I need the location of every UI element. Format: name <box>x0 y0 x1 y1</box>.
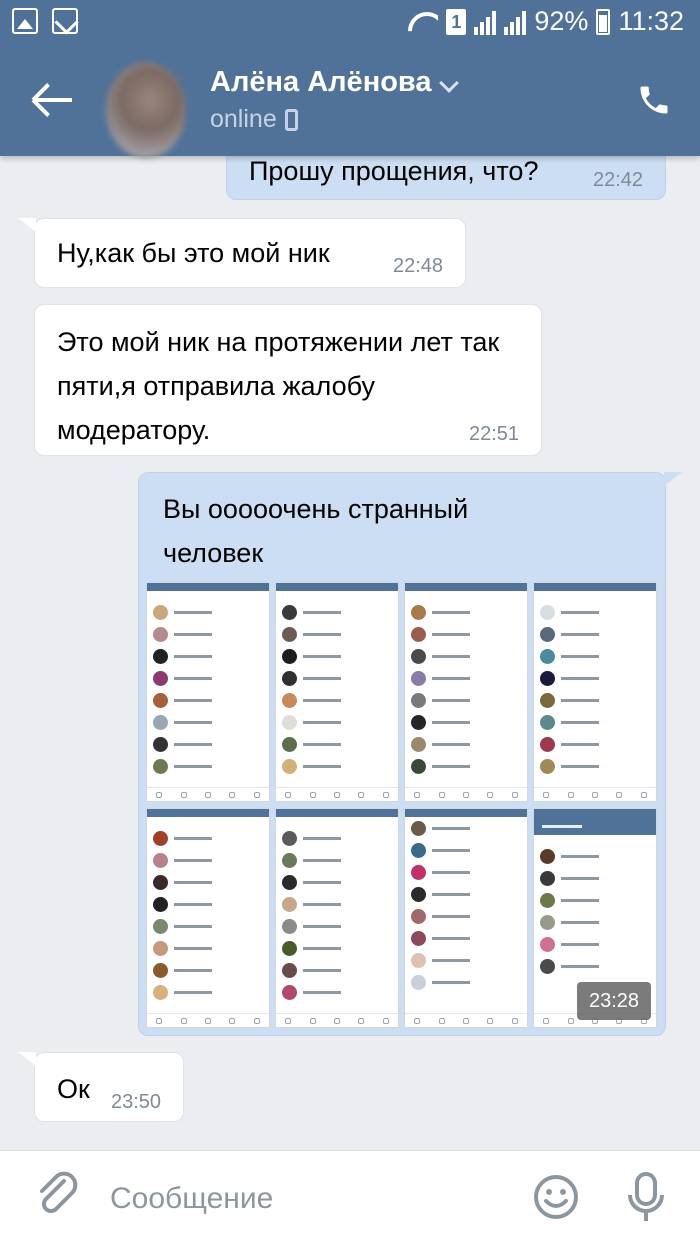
message-text: Ок <box>57 1074 90 1104</box>
status-bar: 1 92% 11:32 <box>0 0 700 46</box>
message-time: 23:50 <box>111 1091 162 1113</box>
blocked-icon <box>52 8 78 34</box>
message-text: Ну,как бы это мой ник <box>57 238 330 268</box>
back-arrow-icon[interactable] <box>30 80 76 120</box>
chat-header: 1 92% 11:32 Алёна Алёнова online <box>0 0 700 158</box>
paperclip-icon[interactable] <box>34 1171 82 1221</box>
bubble-tail <box>18 1052 36 1066</box>
mobile-device-icon <box>284 108 298 131</box>
message-incoming[interactable]: Ок 23:50 <box>18 1052 184 1122</box>
message-time: 23:28 <box>577 982 651 1020</box>
battery-percent: 92% <box>534 6 589 36</box>
message-text: Это мой ник на протяжении лет так пяти,я… <box>57 327 500 445</box>
chevron-down-icon[interactable] <box>439 73 459 93</box>
message-time: 22:42 <box>593 169 644 191</box>
message-incoming[interactable]: Ну,как бы это мой ник 22:48 <box>18 218 466 288</box>
bubble-tail <box>664 472 682 486</box>
message-text: Вы ооооочень странный человек <box>163 494 469 568</box>
microphone-icon[interactable] <box>624 1171 668 1225</box>
sim-indicator: 1 <box>446 8 467 35</box>
attachment-screenshot[interactable] <box>404 808 528 1028</box>
attachment-screenshot[interactable] <box>404 582 528 802</box>
signal-icon <box>474 9 497 35</box>
message-time: 22:48 <box>393 255 444 277</box>
attachment-screenshot[interactable] <box>533 582 657 802</box>
attachment-screenshot[interactable] <box>146 582 270 802</box>
online-status-text: online <box>210 105 277 133</box>
contact-name[interactable]: Алёна Алёнова <box>210 66 432 99</box>
message-time: 22:51 <box>469 423 520 445</box>
wifi-icon <box>408 10 438 34</box>
message-incoming[interactable]: Это мой ник на протяжении лет так пяти,я… <box>34 304 542 456</box>
message-composer <box>0 1150 700 1244</box>
attachment-screenshot[interactable] <box>275 582 399 802</box>
online-status: online <box>210 105 298 134</box>
attachment-screenshot[interactable] <box>275 808 399 1028</box>
bubble-tail <box>18 218 36 232</box>
signal-icon <box>504 9 527 35</box>
phone-icon[interactable] <box>636 82 672 118</box>
battery-icon <box>596 8 611 35</box>
attachment-screenshot[interactable] <box>146 808 270 1028</box>
clock: 11:32 <box>618 6 684 36</box>
image-icon <box>12 8 38 34</box>
avatar[interactable] <box>106 62 186 158</box>
emoji-icon[interactable] <box>532 1173 580 1221</box>
screenshot-grid-attachment[interactable] <box>146 582 658 1028</box>
message-input[interactable] <box>110 1177 510 1221</box>
